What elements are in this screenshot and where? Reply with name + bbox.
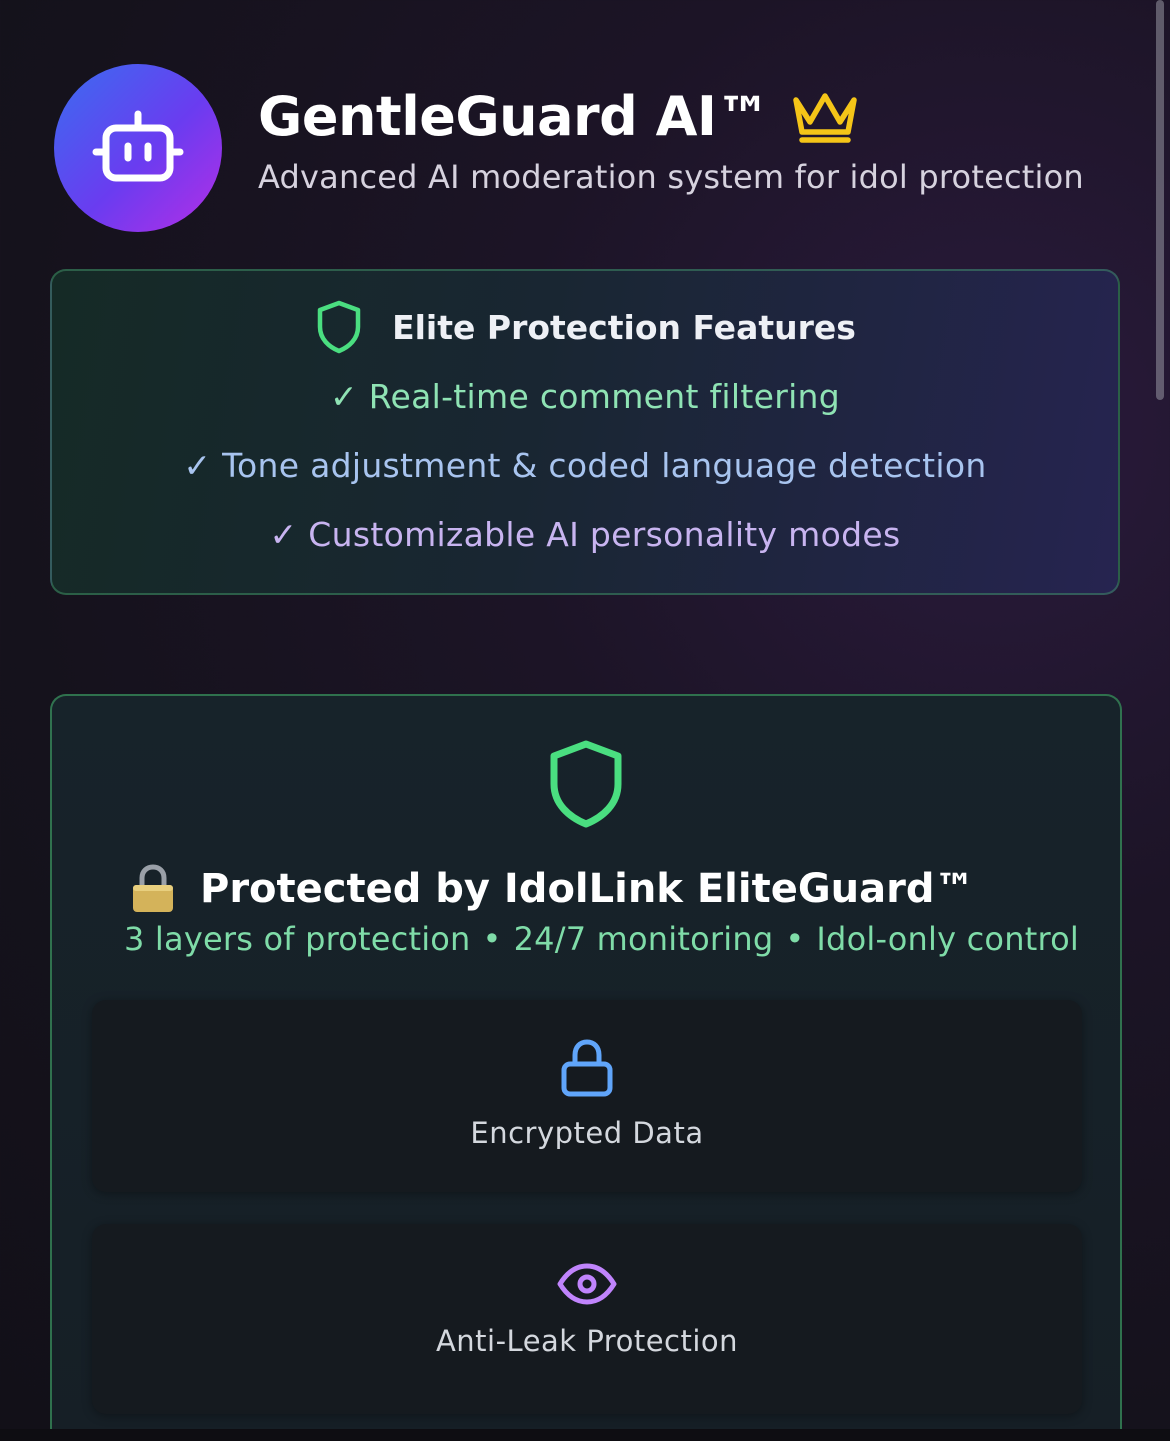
security-item-encrypted-data: Encrypted Data <box>92 1000 1082 1192</box>
security-item-anti-leak: Anti-Leak Protection <box>92 1224 1082 1414</box>
feature-item: ✓ Real-time comment filtering <box>330 377 840 416</box>
guard-title: Protected by IdolLink EliteGuard™ <box>200 866 975 912</box>
avatar <box>54 64 222 232</box>
protection-layers-text: 3 layers of protection <box>124 920 471 958</box>
guard-subtitle: 3 layers of protection • 24/7 monitoring • I… <box>124 920 1120 958</box>
monitoring-text: 24/7 monitoring <box>513 920 774 958</box>
scrollbar[interactable] <box>1156 0 1164 1441</box>
shield-icon <box>550 740 622 828</box>
features-card: Elite Protection Features ✓ Real-time co… <box>50 269 1120 595</box>
padlock-icon <box>133 864 173 912</box>
feature-item: ✓ Tone adjustment & coded language detec… <box>183 446 987 485</box>
crown-icon <box>793 93 857 143</box>
security-item-label: Anti-Leak Protection <box>435 1324 739 1358</box>
feature-item: ✓ Customizable AI personality modes <box>269 515 901 554</box>
robot-icon <box>92 110 184 182</box>
app-header: GentleGuard AI™ Advanced AI moderation s… <box>54 64 1084 232</box>
security-item-label: Encrypted Data <box>470 1116 704 1150</box>
guard-card: Protected by IdolLink EliteGuard™ 3 laye… <box>50 694 1122 1441</box>
bottom-bar <box>0 1429 1170 1441</box>
separator: • <box>785 920 805 958</box>
app-subtitle: Advanced AI moderation system for idol p… <box>258 157 1084 196</box>
features-title: Elite Protection Features <box>392 307 856 347</box>
shield-icon <box>317 300 361 354</box>
separator: • <box>482 920 502 958</box>
scrollbar-thumb[interactable] <box>1156 0 1164 400</box>
control-text: Idol-only control <box>816 920 1079 958</box>
app-title: GentleGuard AI™ <box>258 84 771 148</box>
eye-icon <box>557 1263 617 1305</box>
lock-icon <box>561 1039 613 1097</box>
